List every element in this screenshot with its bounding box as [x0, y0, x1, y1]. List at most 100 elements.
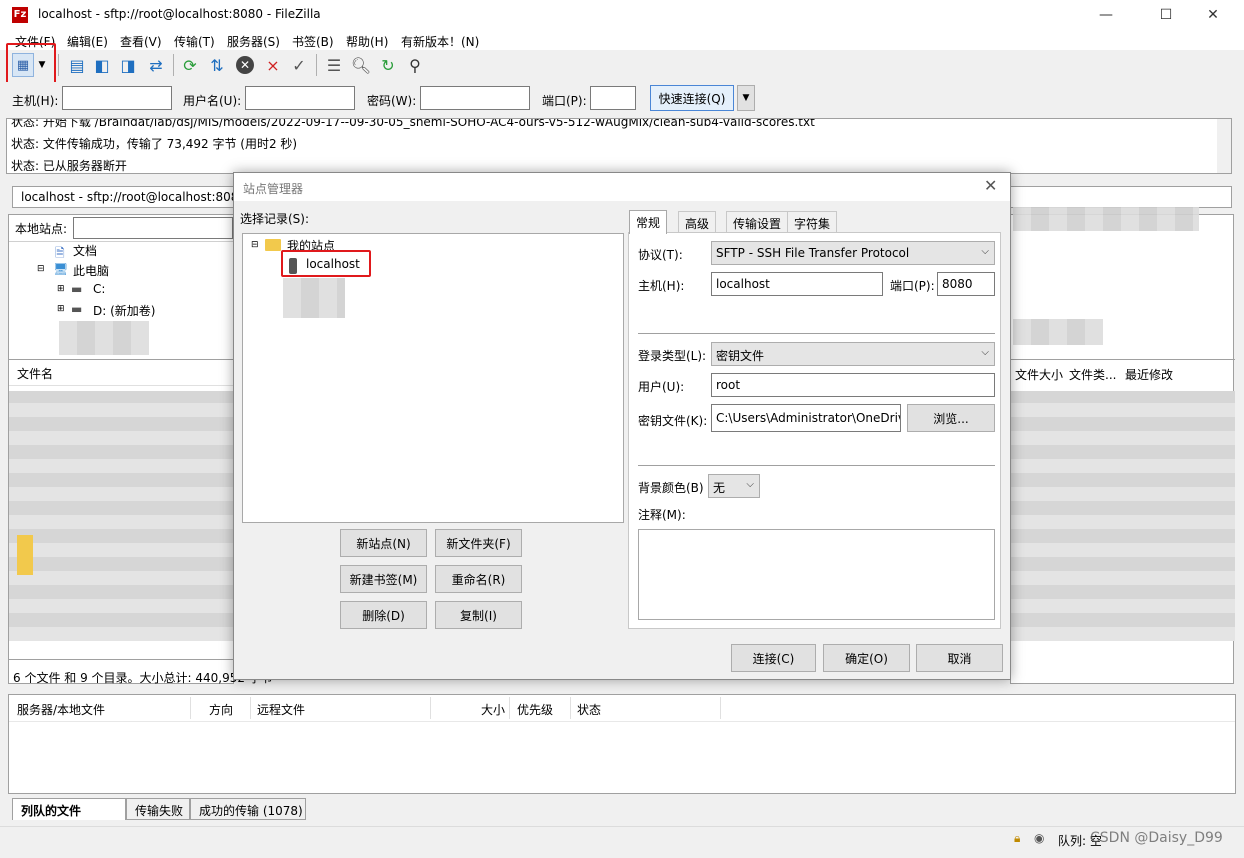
- quickconnect-dropdown-icon[interactable]: ▼: [737, 85, 755, 111]
- dialog-close-icon[interactable]: ✕: [984, 176, 997, 195]
- local-pane: 本地站点: 🗎 文档 ⊟ 🖥︎ 此电脑 ⊞ ▬ C: ⊞ ▬ D: (新加卷) …: [8, 214, 273, 685]
- toolbar: ▦ ▼ ▤ ◧ ◨ ⇄ ⟳ ⇅ ✕ ⨯ ✓ ☰ 🔍︎ ↻ ⚲: [0, 50, 1244, 80]
- queue-col-remote[interactable]: 远程文件: [257, 701, 305, 718]
- new-folder-button[interactable]: 新文件夹(F): [435, 529, 522, 557]
- host-input[interactable]: localhost: [711, 272, 883, 296]
- menu-view[interactable]: 查看(V): [120, 33, 162, 50]
- refresh-icon[interactable]: ⟳: [178, 53, 202, 77]
- remote-col-type[interactable]: 文件类...: [1069, 366, 1116, 383]
- tree-item-documents[interactable]: 文档: [73, 242, 97, 259]
- close-button[interactable]: ✕: [1190, 0, 1236, 30]
- toggle-queue-icon[interactable]: ⇄: [144, 53, 168, 77]
- qc-port-input[interactable]: [590, 86, 636, 110]
- logon-type-label: 登录类型(L):: [638, 349, 707, 363]
- protocol-select[interactable]: SFTP - SSH File Transfer Protocol ⌵: [711, 241, 995, 265]
- select-entry-label: 选择记录(S):: [240, 212, 310, 226]
- toggle-log-icon[interactable]: ▤: [65, 53, 89, 77]
- qc-host-input[interactable]: [62, 86, 172, 110]
- disconnect-icon[interactable]: ⨯: [261, 53, 285, 77]
- qc-host-label: 主机(H):: [12, 94, 59, 108]
- local-col-filename[interactable]: 文件名: [17, 365, 53, 382]
- qc-pass-label: 密码(W):: [367, 94, 417, 108]
- keyfile-input[interactable]: C:\Users\Administrator\OneDrive: [711, 404, 901, 432]
- bgcolor-select[interactable]: 无 ⌵: [708, 474, 760, 498]
- menu-bookmarks[interactable]: 书签(B): [292, 33, 334, 50]
- rename-button[interactable]: 重命名(R): [435, 565, 522, 593]
- toggle-local-tree-icon[interactable]: ◧: [90, 53, 114, 77]
- comments-textarea[interactable]: [638, 529, 995, 620]
- status-bar: 🔒︎ ◉ 队列: 空 CSDN @Daisy_D99: [0, 826, 1244, 858]
- highlight-site-manager: [6, 43, 56, 87]
- queue-col-priority[interactable]: 优先级: [517, 701, 553, 718]
- tab-queued-files[interactable]: 列队的文件: [12, 798, 126, 820]
- expand-icon[interactable]: ⊞: [57, 304, 65, 314]
- port-label: 端口(P):: [890, 279, 935, 293]
- chevron-down-icon: ⌵: [981, 246, 989, 257]
- quickconnect-button[interactable]: 快速连接(Q): [650, 85, 734, 111]
- csdn-watermark: CSDN @Daisy_D99: [1090, 830, 1223, 846]
- new-bookmark-button[interactable]: 新建书签(M): [340, 565, 427, 593]
- cancel-button[interactable]: 取消: [916, 644, 1003, 672]
- tab-charset[interactable]: 字符集: [787, 211, 838, 233]
- remote-col-modified[interactable]: 最近修改: [1125, 366, 1173, 383]
- ok-button[interactable]: 确定(O): [823, 644, 910, 672]
- cancel-operation-icon[interactable]: ✕: [233, 53, 257, 77]
- menu-server[interactable]: 服务器(S): [227, 33, 280, 50]
- activity-icon: ◉: [1034, 831, 1045, 845]
- process-queue-icon[interactable]: ⇅: [205, 53, 229, 77]
- menu-help[interactable]: 帮助(H): [346, 33, 388, 50]
- port-input[interactable]: 8080: [937, 272, 995, 296]
- qc-user-input[interactable]: [245, 86, 355, 110]
- expand-icon[interactable]: ⊟: [37, 264, 45, 274]
- tab-general[interactable]: 常规: [629, 210, 668, 234]
- queue-col-size[interactable]: 大小: [481, 701, 505, 718]
- qc-pass-input[interactable]: [420, 86, 530, 110]
- browse-button[interactable]: 浏览...: [907, 404, 995, 432]
- dir-compare-icon[interactable]: 🔍︎: [349, 53, 373, 77]
- lock-icon: 🔒︎: [1014, 831, 1021, 845]
- delete-button[interactable]: 删除(D): [340, 601, 427, 629]
- user-input[interactable]: root: [711, 373, 995, 397]
- connect-button[interactable]: 连接(C): [731, 644, 816, 672]
- menu-edit[interactable]: 编辑(E): [67, 33, 108, 50]
- remote-col-size[interactable]: 文件大小: [1015, 366, 1063, 383]
- reconnect-icon[interactable]: ✓: [287, 53, 311, 77]
- divider: [638, 333, 995, 334]
- log-line: 状态: 文件传输成功，传输了 73,492 字节 (用时2 秒): [11, 137, 298, 151]
- filezilla-app-icon: Fz: [12, 7, 28, 23]
- blurred-site-entries: [283, 278, 345, 318]
- chevron-down-icon: ⌵: [981, 347, 989, 358]
- queue-col-status[interactable]: 状态: [577, 701, 601, 718]
- filter-icon[interactable]: ☰: [322, 53, 346, 77]
- tree-item-drive-c[interactable]: C:: [93, 282, 105, 296]
- search-remote-icon[interactable]: ⚲: [403, 53, 427, 77]
- message-log: 状态: 开始下载 /Braindat/lab/dsj/MIS/models/20…: [6, 118, 1232, 174]
- log-scrollbar[interactable]: [1217, 119, 1231, 173]
- tab-successful-transfers[interactable]: 成功的传输 (1078): [190, 798, 306, 820]
- queue-col-file[interactable]: 服务器/本地文件: [17, 701, 105, 718]
- minimize-button[interactable]: —: [1083, 0, 1129, 30]
- local-site-path-input[interactable]: [73, 217, 233, 239]
- window-title: localhost - sftp://root@localhost:8080 -…: [38, 7, 321, 21]
- menu-transfer[interactable]: 传输(T): [174, 33, 215, 50]
- menu-update[interactable]: 有新版本！(N): [401, 33, 479, 50]
- blurred-tree-items: [59, 321, 149, 355]
- new-site-button[interactable]: 新站点(N): [340, 529, 427, 557]
- tab-failed-transfers[interactable]: 传输失败: [126, 798, 190, 820]
- tab-transfer-settings[interactable]: 传输设置: [726, 211, 789, 233]
- tree-item-this-pc[interactable]: 此电脑: [73, 262, 109, 279]
- queue-col-direction[interactable]: 方向: [209, 701, 233, 718]
- expand-icon[interactable]: ⊞: [57, 284, 65, 294]
- toggle-remote-tree-icon[interactable]: ◨: [116, 53, 140, 77]
- user-label: 用户(U):: [638, 380, 685, 394]
- tab-advanced[interactable]: 高级: [678, 211, 717, 233]
- sync-browse-icon[interactable]: ↻: [376, 53, 400, 77]
- logon-type-value: 密钥文件: [716, 349, 765, 363]
- blurred-remote-path: [1013, 207, 1199, 231]
- drive-icon: ▬: [71, 282, 83, 296]
- logon-type-select[interactable]: 密钥文件 ⌵: [711, 342, 995, 366]
- copy-button[interactable]: 复制(I): [435, 601, 522, 629]
- collapse-icon[interactable]: ⊟: [251, 240, 259, 250]
- maximize-button[interactable]: ☐: [1143, 0, 1189, 30]
- tree-item-drive-d[interactable]: D: (新加卷): [93, 302, 155, 319]
